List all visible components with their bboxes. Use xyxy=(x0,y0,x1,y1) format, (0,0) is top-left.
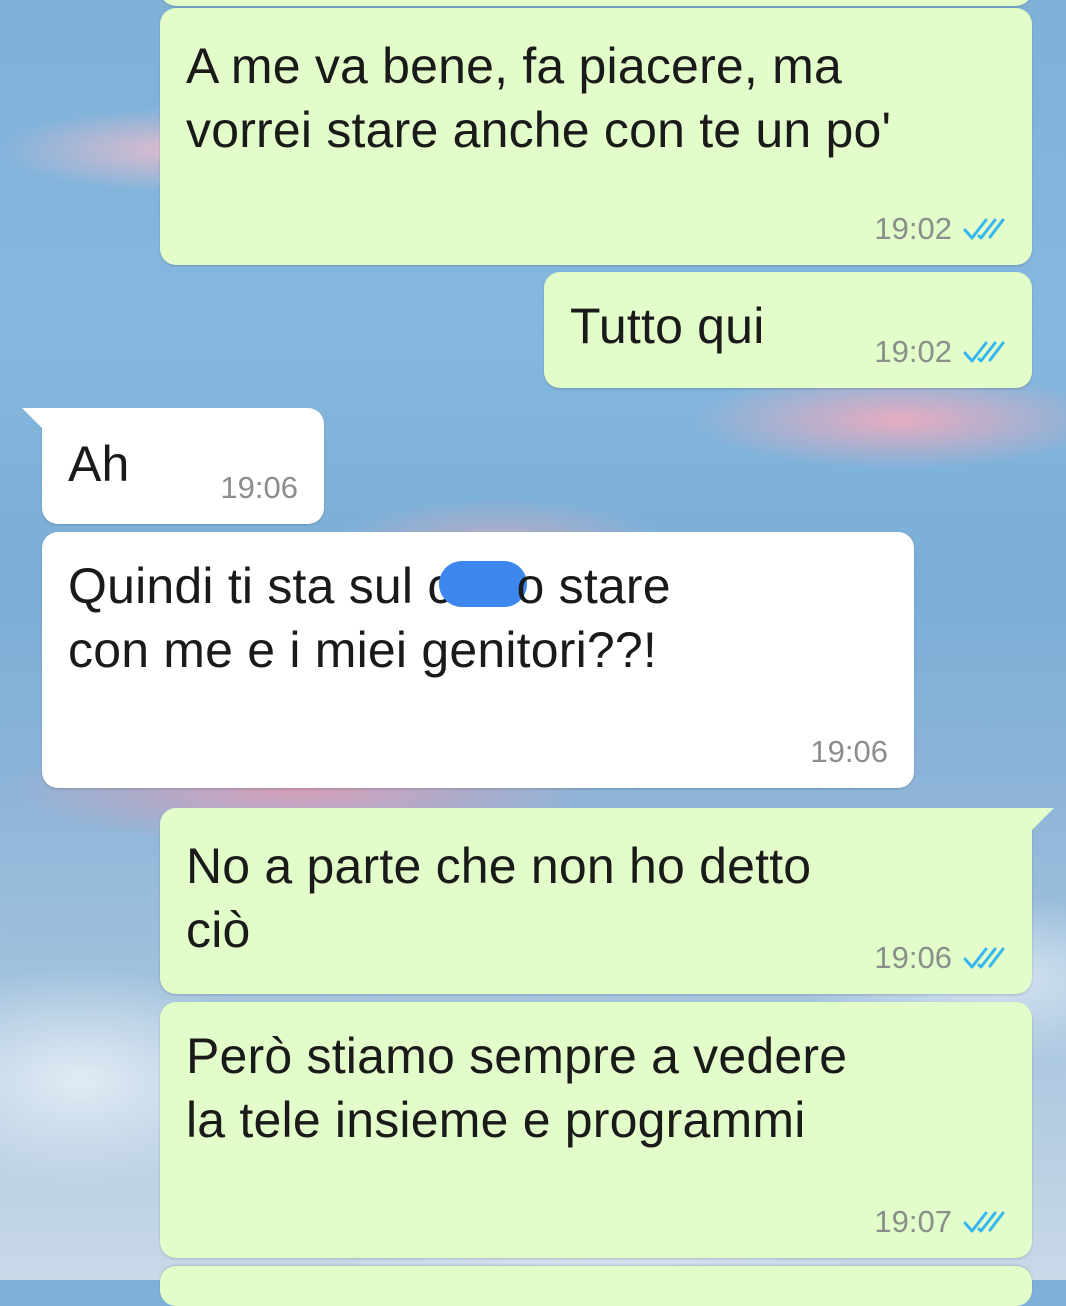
censor-blot xyxy=(438,561,527,607)
message-timestamp: 19:06 xyxy=(810,734,888,769)
outgoing-message-bubble[interactable]: No a parte che non ho detto ciò 19:06 xyxy=(160,808,1054,994)
message-meta: 19:06 xyxy=(220,470,298,506)
message-timestamp: 19:06 xyxy=(874,940,952,975)
incoming-message-bubble[interactable]: Quindi ti sta sul co stare con me e i mi… xyxy=(42,532,914,788)
outgoing-message-bubble[interactable]: A me va bene, fa piacere, ma vorrei star… xyxy=(160,8,1032,265)
incoming-message-bubble[interactable]: Ah 19:06 xyxy=(22,408,324,524)
message-meta: 19:02 xyxy=(874,211,1006,247)
message-text: A me va bene, fa piacere, ma vorrei star… xyxy=(186,38,892,158)
outgoing-message-bubble[interactable]: Tutto qui 19:02 xyxy=(544,272,1032,388)
chat-background: A me va bene, fa piacere, ma vorrei star… xyxy=(0,0,1066,1306)
message-meta: 19:07 xyxy=(874,1204,1006,1240)
message-timestamp: 19:07 xyxy=(874,1204,952,1239)
double-check-icon xyxy=(963,218,1005,240)
message-text: Però stiamo sempre a vedere la tele insi… xyxy=(186,1028,848,1148)
double-check-icon xyxy=(963,341,1005,363)
next-message-bubble-partial[interactable] xyxy=(160,1266,1032,1306)
bubble-tail xyxy=(1032,808,1054,830)
double-check-icon xyxy=(963,1211,1005,1233)
outgoing-message-bubble[interactable]: Però stiamo sempre a vedere la tele insi… xyxy=(160,1002,1032,1258)
message-text: Quindi ti sta sul co stare con me e i mi… xyxy=(68,558,671,678)
message-timestamp: 19:02 xyxy=(874,211,952,246)
message-text: No a parte che non ho detto ciò xyxy=(186,838,812,958)
message-timestamp: 19:06 xyxy=(220,470,298,505)
message-text: Ah xyxy=(68,436,130,492)
message-meta: 19:06 xyxy=(874,940,1006,976)
message-text: Tutto qui xyxy=(570,298,765,354)
bubble-tail xyxy=(22,408,44,430)
double-check-icon xyxy=(963,947,1005,969)
message-meta: 19:02 xyxy=(874,334,1006,370)
previous-message-bubble-partial[interactable] xyxy=(160,0,1032,6)
message-meta: 19:06 xyxy=(810,734,888,770)
message-timestamp: 19:02 xyxy=(874,334,952,369)
